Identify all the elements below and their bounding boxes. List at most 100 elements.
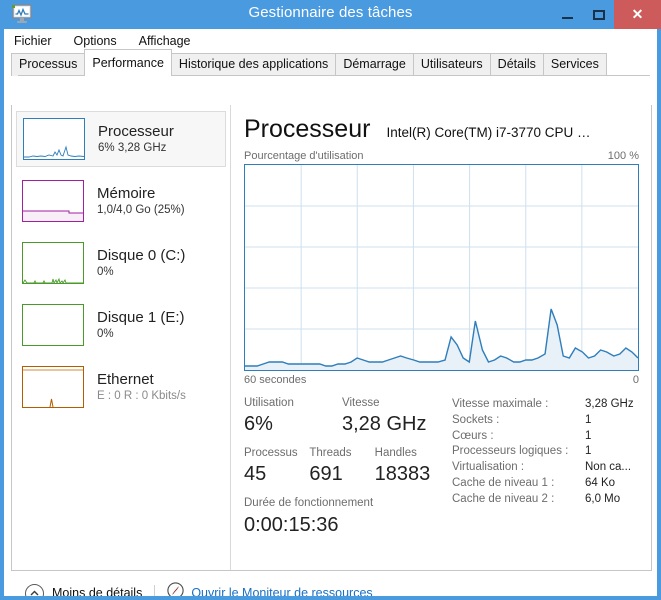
tab-historique-applications[interactable]: Historique des applications <box>170 53 337 76</box>
fewer-details-button[interactable]: Moins de détails <box>25 583 143 597</box>
graph-y-label: Pourcentage d'utilisation <box>244 150 364 162</box>
sidebar-item-processeur[interactable]: Processeur 6% 3,28 GHz <box>16 111 226 167</box>
maximize-button[interactable] <box>583 0 614 29</box>
menu-affichage[interactable]: Affichage <box>139 34 191 48</box>
ethernet-recv: R : 0 Kbits/s <box>123 389 186 402</box>
cpu-model-label: Intel(R) Core(TM) i7-3770 CPU … <box>386 125 591 140</box>
sidebar-item-label: Mémoire <box>97 184 156 202</box>
spec-row: Cache de niveau 2 : 6,0 Mo <box>452 492 639 508</box>
graph-y-max: 100 % <box>607 150 639 162</box>
graph-x-start: 60 secondes <box>244 374 307 386</box>
resource-monitor-link[interactable]: Ouvrir le Moniteur de ressources <box>167 582 373 597</box>
close-button[interactable]: ✕ <box>614 0 661 29</box>
spec-key: Cache de niveau 2 : <box>452 492 555 505</box>
sidebar-item-label: Disque 0 (C:) <box>97 246 186 264</box>
tab-utilisateurs[interactable]: Utilisateurs <box>412 53 491 76</box>
disk1-thumbnail-graph <box>22 304 84 346</box>
stat-utilisation: Utilisation 6% <box>244 395 342 437</box>
disk0-thumbnail-graph <box>22 242 84 284</box>
sidebar-item-sub: 0% <box>97 327 114 340</box>
sidebar-item-label: Processeur <box>98 122 174 140</box>
resource-monitor-icon <box>167 582 184 596</box>
spec-key: Virtualisation : <box>452 461 525 474</box>
resource-sidebar: Processeur 6% 3,28 GHz Mémoire 1,0/4,0 G… <box>12 105 231 570</box>
spec-value: 1 <box>585 429 592 442</box>
close-icon: ✕ <box>631 6 644 22</box>
cpu-detail-panel: Processeur Intel(R) Core(TM) i7-3770 CPU… <box>231 105 651 570</box>
stat-value: 3,28 GHz <box>342 413 427 435</box>
stat-value: 18383 <box>374 463 431 485</box>
menu-options[interactable]: Options <box>74 34 117 48</box>
sidebar-item-sub: 1,0/4,0 Go (25%) <box>97 203 185 216</box>
sidebar-item-sub: 6% 3,28 GHz <box>98 141 167 154</box>
uptime-value: 0:00:15:36 <box>244 514 339 536</box>
window-controls: ✕ <box>552 0 661 29</box>
graph-x-end: 0 <box>632 374 639 386</box>
task-manager-window: Gestionnaire des tâches ✕ Fichier Option… <box>0 0 661 600</box>
spec-key: Sockets : <box>452 413 500 426</box>
spec-key: Processeurs logiques : <box>452 445 569 458</box>
uptime-label: Durée de fonctionnement <box>244 497 374 509</box>
footer-bar: Moins de détails Ouvrir le Moniteur de r… <box>11 575 652 597</box>
ethernet-send: E : 0 <box>97 389 121 402</box>
stat-label: Vitesse <box>342 397 380 409</box>
sidebar-item-label: Ethernet <box>97 370 154 388</box>
tab-services[interactable]: Services <box>542 53 607 76</box>
chevron-up-icon <box>25 583 44 596</box>
graph-axis-labels: Pourcentage d'utilisation 100 % <box>244 150 639 162</box>
tab-details[interactable]: Détails <box>489 53 544 76</box>
spec-value: 3,28 GHz <box>585 398 634 410</box>
page-title: Processeur <box>244 115 371 143</box>
ethernet-thumbnail-graph <box>22 366 84 408</box>
memory-thumbnail-graph <box>22 180 84 222</box>
stat-label: Handles <box>374 447 417 459</box>
tab-processus[interactable]: Processus <box>11 53 86 76</box>
sidebar-item-label: Disque 1 (E:) <box>97 308 185 326</box>
primary-stats: Utilisation 6% Vitesse 3,28 GHz Processu… <box>244 395 440 538</box>
stat-label: Threads <box>309 447 352 459</box>
spec-row: Vitesse maximale : 3,28 GHz <box>452 397 639 413</box>
tab-demarrage[interactable]: Démarrage <box>335 53 414 76</box>
resource-monitor-label: Ouvrir le Moniteur de ressources <box>191 586 373 597</box>
cpu-thumbnail-graph <box>23 118 85 160</box>
spec-value: 6,0 Mo <box>585 492 621 505</box>
spec-value: 64 Ko <box>585 476 616 489</box>
stat-value: 691 <box>309 463 343 485</box>
stat-uptime: Durée de fonctionnement 0:00:15:36 <box>244 495 440 538</box>
title-bar: Gestionnaire des tâches ✕ <box>0 0 661 29</box>
stat-label: Utilisation <box>244 397 294 409</box>
sidebar-item-sub: E : 0 R : 0 Kbits/s <box>97 389 186 404</box>
sidebar-item-disque-0[interactable]: Disque 0 (C:) 0% <box>16 235 226 291</box>
footer-divider <box>154 584 156 596</box>
menu-fichier[interactable]: Fichier <box>14 34 52 48</box>
stat-processus: Processus 45 <box>244 445 309 487</box>
stat-value: 6% <box>244 413 273 435</box>
spec-value: 1 <box>585 445 592 458</box>
spec-row: Processeurs logiques : 1 <box>452 444 639 460</box>
cpu-specs-list: Vitesse maximale : 3,28 GHz Sockets : 1 … <box>440 395 639 538</box>
spec-value: 1 <box>585 413 592 426</box>
spec-key: Cache de niveau 1 : <box>452 476 555 489</box>
stat-value: 45 <box>244 463 267 485</box>
spec-row: Virtualisation : Non ca... <box>452 460 639 476</box>
performance-panel: Processeur 6% 3,28 GHz Mémoire 1,0/4,0 G… <box>11 105 652 571</box>
spec-row: Cache de niveau 1 : 64 Ko <box>452 476 639 492</box>
cpu-usage-graph <box>244 164 639 371</box>
panel-header: Processeur Intel(R) Core(TM) i7-3770 CPU… <box>244 115 639 143</box>
stat-vitesse: Vitesse 3,28 GHz <box>342 395 440 437</box>
tab-strip: Processus Performance Historique des app… <box>11 49 657 76</box>
sidebar-item-memoire[interactable]: Mémoire 1,0/4,0 Go (25%) <box>16 173 226 229</box>
minimize-button[interactable] <box>552 0 583 29</box>
fewer-details-label: Moins de détails <box>52 586 143 597</box>
stat-handles: Handles 18383 <box>375 445 440 487</box>
client-area: Fichier Options Affichage Processus Perf… <box>3 29 658 597</box>
sidebar-item-disque-1[interactable]: Disque 1 (E:) 0% <box>16 297 226 353</box>
spec-row: Cœurs : 1 <box>452 429 639 445</box>
spec-key: Cœurs : <box>452 429 494 442</box>
spec-key: Vitesse maximale : <box>452 398 549 410</box>
graph-time-labels: 60 secondes 0 <box>244 374 639 386</box>
sidebar-item-ethernet[interactable]: Ethernet E : 0 R : 0 Kbits/s <box>16 359 226 415</box>
sidebar-item-sub: 0% <box>97 265 114 278</box>
tab-performance[interactable]: Performance <box>84 49 172 76</box>
stat-threads: Threads 691 <box>309 445 374 487</box>
